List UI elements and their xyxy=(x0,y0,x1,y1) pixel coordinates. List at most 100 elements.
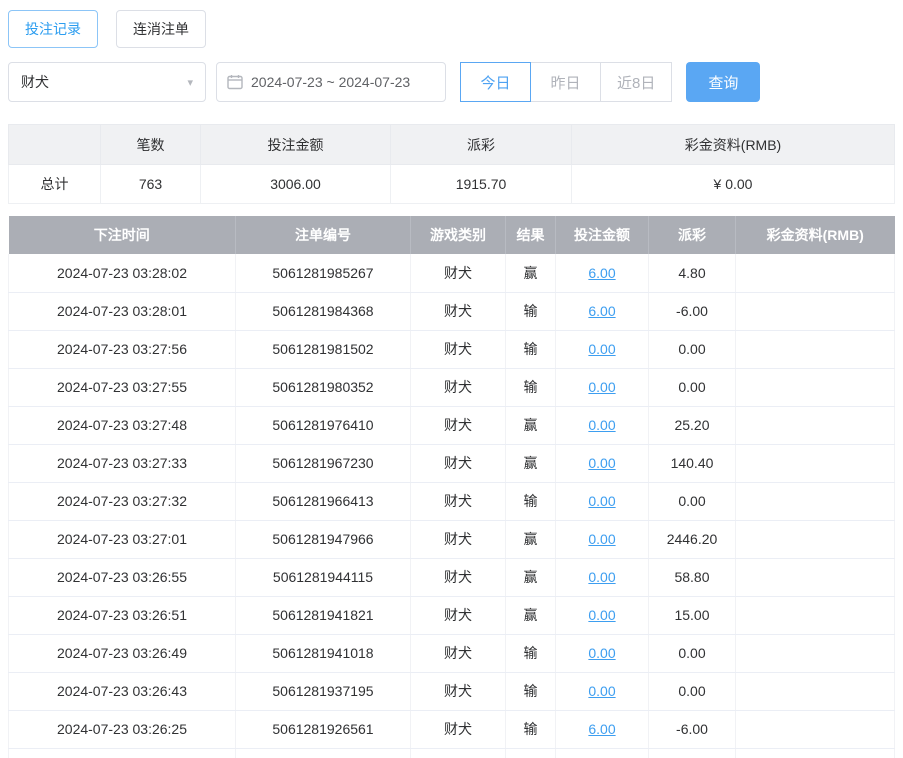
bet-time-cell: 2024-07-23 03:26:55 xyxy=(8,558,236,597)
summary-header-payout: 派彩 xyxy=(390,124,572,165)
bonus-cell xyxy=(735,406,895,445)
quick-date-buttons: 今日 昨日 近8日 xyxy=(460,62,673,102)
payout-cell: 4.80 xyxy=(648,254,736,293)
game-select-value: 财犬 xyxy=(21,74,49,90)
today-button[interactable]: 今日 xyxy=(460,62,531,102)
result-cell: 赢 xyxy=(505,254,556,293)
bet-time-cell: 2024-07-23 03:27:33 xyxy=(8,444,236,483)
bet-amount-cell: 0.00 xyxy=(555,672,649,711)
order-number-cell: 5061281937195 xyxy=(235,672,411,711)
result-cell: 输 xyxy=(505,482,556,521)
game-select[interactable]: 财犬 ▾ xyxy=(8,62,206,102)
bonus-cell xyxy=(735,368,895,407)
bet-time-cell: 2024-07-23 03:26:25 xyxy=(8,710,236,749)
bet-amount-cell: 0.00 xyxy=(555,520,649,559)
payout-cell: 58.80 xyxy=(648,558,736,597)
bonus-cell xyxy=(735,254,895,293)
bet-amount-cell: 0.00 xyxy=(555,482,649,521)
bet-amount-link[interactable]: 0.00 xyxy=(588,341,615,357)
game-type-cell: 财犬 xyxy=(410,368,506,407)
bonus-cell xyxy=(735,596,895,635)
bet-amount-link[interactable]: 0.00 xyxy=(588,379,615,395)
bet-amount-link[interactable]: 0.00 xyxy=(588,493,615,509)
order-number-cell: 5061281981502 xyxy=(235,330,411,369)
header-order-number: 注单编号 xyxy=(235,216,411,254)
query-button[interactable]: 查询 xyxy=(686,62,761,102)
game-type-cell: 财犬 xyxy=(410,482,506,521)
table-row: 2024-07-23 03:26:25 5061281926561 财犬 输 6… xyxy=(8,710,895,749)
bet-amount-cell: 0.00 xyxy=(555,558,649,597)
payout-cell: -6.00 xyxy=(648,710,736,749)
order-number-cell: 5061281925717 xyxy=(235,748,411,758)
game-type-cell: 财犬 xyxy=(410,596,506,635)
result-cell: 输 xyxy=(505,710,556,749)
bet-time-cell: 2024-07-23 03:26:24 xyxy=(8,748,236,758)
order-number-cell: 5061281926561 xyxy=(235,710,411,749)
bet-amount-link[interactable]: 6.00 xyxy=(588,303,615,319)
order-number-cell: 5061281976410 xyxy=(235,406,411,445)
bet-amount-link[interactable]: 0.00 xyxy=(588,607,615,623)
bet-amount-link[interactable]: 0.00 xyxy=(588,569,615,585)
payout-cell: 0.00 xyxy=(648,482,736,521)
payout-cell: 140.40 xyxy=(648,444,736,483)
bet-amount-link[interactable]: 0.00 xyxy=(588,455,615,471)
table-row: 2024-07-23 03:26:55 5061281944115 财犬 赢 0… xyxy=(8,558,895,597)
bonus-cell xyxy=(735,520,895,559)
header-result: 结果 xyxy=(505,216,556,254)
tab-betting-records[interactable]: 投注记录 xyxy=(8,10,98,48)
game-type-cell: 财犬 xyxy=(410,748,506,758)
date-range-picker[interactable]: 2024-07-23 ~ 2024-07-23 xyxy=(216,62,446,102)
bet-amount-cell: 6.00 xyxy=(555,254,649,293)
bet-amount-link[interactable]: 0.00 xyxy=(588,683,615,699)
records-table: 下注时间 注单编号 游戏类别 结果 投注金额 派彩 彩金资料(RMB) 2024… xyxy=(8,216,895,758)
bet-time-cell: 2024-07-23 03:27:48 xyxy=(8,406,236,445)
game-type-cell: 财犬 xyxy=(410,444,506,483)
table-row: 2024-07-23 03:28:01 5061281984368 财犬 输 6… xyxy=(8,292,895,331)
payout-cell: 0.00 xyxy=(648,330,736,369)
bet-time-cell: 2024-07-23 03:26:51 xyxy=(8,596,236,635)
bonus-cell xyxy=(735,558,895,597)
bet-time-cell: 2024-07-23 03:27:01 xyxy=(8,520,236,559)
bet-amount-cell: 0.00 xyxy=(555,330,649,369)
calendar-icon xyxy=(227,74,243,90)
game-type-cell: 财犬 xyxy=(410,330,506,369)
summary-header-bet: 投注金额 xyxy=(200,124,391,165)
summary-header-bonus: 彩金资料(RMB) xyxy=(571,124,895,165)
payout-cell: -6.00 xyxy=(648,748,736,758)
bonus-cell xyxy=(735,634,895,673)
game-type-cell: 财犬 xyxy=(410,558,506,597)
order-number-cell: 5061281947966 xyxy=(235,520,411,559)
bet-amount-link[interactable]: 0.00 xyxy=(588,645,615,661)
bet-amount-link[interactable]: 0.00 xyxy=(588,531,615,547)
payout-cell: 15.00 xyxy=(648,596,736,635)
result-cell: 赢 xyxy=(505,596,556,635)
bet-amount-cell: 0.00 xyxy=(555,406,649,445)
order-number-cell: 5061281966413 xyxy=(235,482,411,521)
bonus-cell xyxy=(735,292,895,331)
bet-amount-link[interactable]: 6.00 xyxy=(588,265,615,281)
bet-time-cell: 2024-07-23 03:27:56 xyxy=(8,330,236,369)
summary-total-row: 总计 763 3006.00 1915.70 ¥ 0.00 xyxy=(8,164,895,204)
bonus-cell xyxy=(735,748,895,758)
summary-header-empty xyxy=(8,124,101,165)
header-payout: 派彩 xyxy=(648,216,736,254)
table-row: 2024-07-23 03:27:48 5061281976410 财犬 赢 0… xyxy=(8,406,895,445)
bet-amount-cell: 0.00 xyxy=(555,596,649,635)
payout-cell: 0.00 xyxy=(648,672,736,711)
top-tabs: 投注记录 连消注单 xyxy=(8,10,895,48)
game-type-cell: 财犬 xyxy=(410,520,506,559)
bet-amount-link[interactable]: 0.00 xyxy=(588,417,615,433)
bet-time-cell: 2024-07-23 03:26:49 xyxy=(8,634,236,673)
table-row: 2024-07-23 03:28:02 5061281985267 财犬 赢 6… xyxy=(8,254,895,293)
bet-time-cell: 2024-07-23 03:26:43 xyxy=(8,672,236,711)
table-row: 2024-07-23 03:27:55 5061281980352 财犬 输 0… xyxy=(8,368,895,407)
last-8-days-button[interactable]: 近8日 xyxy=(600,62,673,102)
summary-table: 笔数 投注金额 派彩 彩金资料(RMB) 总计 763 3006.00 1915… xyxy=(8,124,895,204)
payout-cell: -6.00 xyxy=(648,292,736,331)
tab-cancelled-orders[interactable]: 连消注单 xyxy=(116,10,206,48)
game-type-cell: 财犬 xyxy=(410,292,506,331)
bet-amount-link[interactable]: 6.00 xyxy=(588,721,615,737)
summary-total-count: 763 xyxy=(100,164,201,204)
yesterday-button[interactable]: 昨日 xyxy=(530,62,601,102)
bet-time-cell: 2024-07-23 03:28:01 xyxy=(8,292,236,331)
